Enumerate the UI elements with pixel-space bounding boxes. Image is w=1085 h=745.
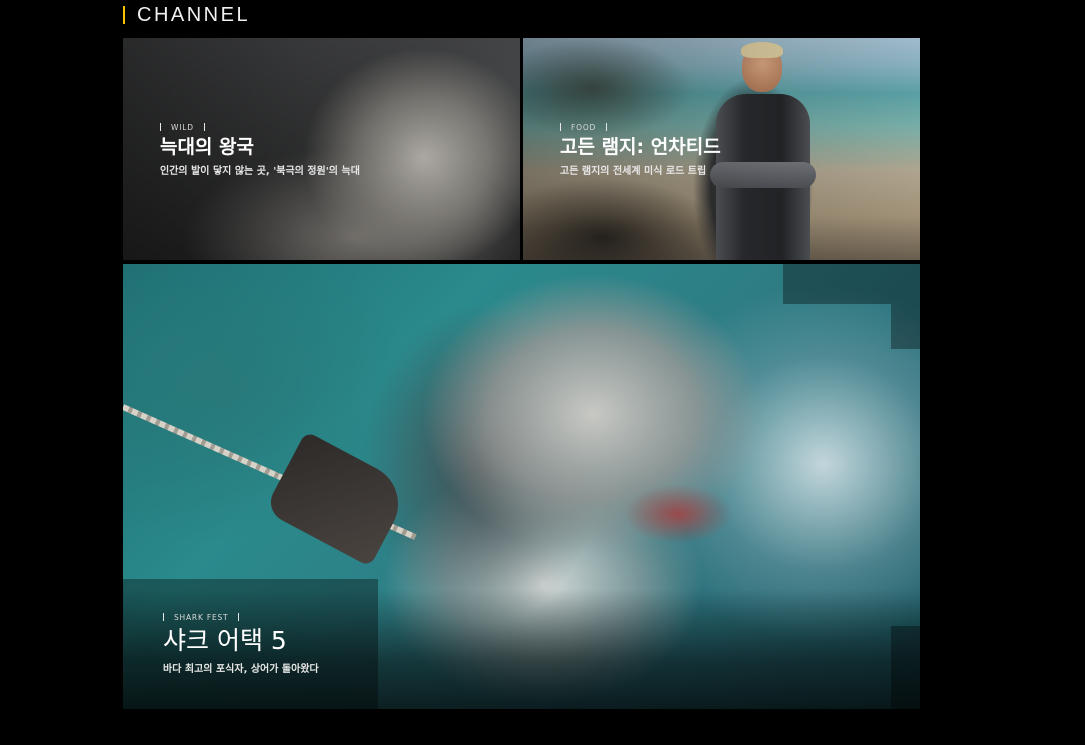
card-subtitle: 바다 최고의 포식자, 상어가 돌아왔다 xyxy=(163,664,319,675)
section-header: CHANNEL xyxy=(123,4,250,26)
category-tag: WILD xyxy=(160,122,360,132)
card-title: 샤크 어택 5 xyxy=(163,626,287,655)
card-subtitle: 인간의 발이 닿지 않는 곳, '북극의 정원'의 늑대 xyxy=(160,166,360,177)
card-title: 늑대의 왕국 xyxy=(160,136,255,158)
category-tag: FOOD xyxy=(560,122,721,132)
card-title: 고든 램지: 언차티드 xyxy=(560,136,721,158)
card-caption: FOOD 고든 램지: 언차티드 고든 램지의 전세계 미식 로드 트립 xyxy=(560,122,721,177)
program-card-shark[interactable]: SHARK FEST 샤크 어택 5 바다 최고의 포식자, 상어가 돌아왔다 xyxy=(123,264,920,709)
category-tag: SHARK FEST xyxy=(163,612,319,622)
card-subtitle: 고든 램지의 전세계 미식 로드 트립 xyxy=(560,166,707,177)
program-card-food[interactable]: FOOD 고든 램지: 언차티드 고든 램지의 전세계 미식 로드 트립 xyxy=(523,38,920,260)
section-title: CHANNEL xyxy=(137,3,251,26)
accent-bar xyxy=(123,6,125,24)
card-caption: SHARK FEST 샤크 어택 5 바다 최고의 포식자, 상어가 돌아왔다 xyxy=(163,612,319,675)
program-card-wild[interactable]: WILD 늑대의 왕국 인간의 발이 닿지 않는 곳, '북극의 정원'의 늑대 xyxy=(123,38,520,260)
card-caption: WILD 늑대의 왕국 인간의 발이 닿지 않는 곳, '북극의 정원'의 늑대 xyxy=(160,122,360,177)
